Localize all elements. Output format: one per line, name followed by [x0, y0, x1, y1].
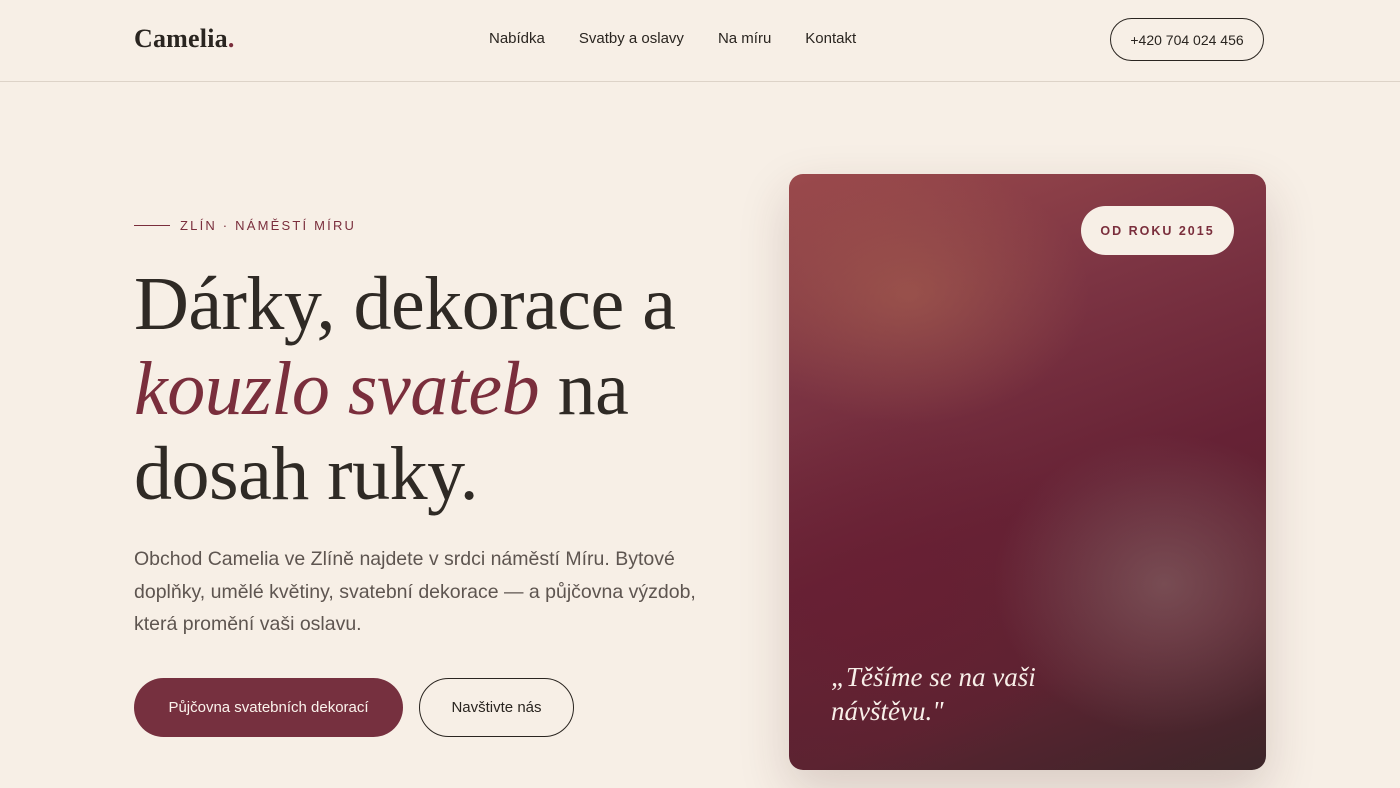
- since-badge: OD ROKU 2015: [1081, 206, 1234, 255]
- logo[interactable]: Camelia.: [134, 24, 235, 54]
- phone-button[interactable]: +420 704 024 456: [1110, 18, 1264, 61]
- site-header: Camelia. Nabídka Svatby a oslavy Na míru…: [0, 0, 1400, 82]
- nav-item-kontakt[interactable]: Kontakt: [805, 30, 856, 47]
- eyebrow-line: [134, 225, 170, 226]
- visit-button[interactable]: Navštivte nás: [419, 678, 574, 737]
- headline-emphasis: kouzlo svateb: [134, 347, 540, 431]
- logo-dot: .: [227, 24, 235, 53]
- main-nav: Nabídka Svatby a oslavy Na míru Kontakt: [489, 30, 856, 47]
- rental-button[interactable]: Půjčovna svatebních dekorací: [134, 678, 403, 737]
- hero-lead: Obchod Camelia ve Zlíně najdete v srdci …: [134, 548, 696, 635]
- location-eyebrow: ZLÍN · NÁMĚSTÍ MÍRU: [134, 218, 356, 233]
- nav-item-nabidka[interactable]: Nabídka: [489, 30, 545, 47]
- hero-headline: Dárky, dekorace a kouzlo svateb na dosah…: [134, 262, 754, 517]
- nav-item-na-miru[interactable]: Na míru: [718, 30, 771, 47]
- logo-text: Camelia: [134, 24, 228, 53]
- headline-part1: Dárky, dekorace a: [134, 262, 676, 346]
- welcome-quote: „Těšíme se na vaši návštěvu.": [831, 662, 1036, 726]
- eyebrow-text: ZLÍN · NÁMĚSTÍ MÍRU: [180, 218, 357, 233]
- nav-item-svatby[interactable]: Svatby a oslavy: [579, 30, 684, 47]
- hero-image-card: OD ROKU 2015 „Těšíme se na vaši návštěvu…: [789, 174, 1266, 770]
